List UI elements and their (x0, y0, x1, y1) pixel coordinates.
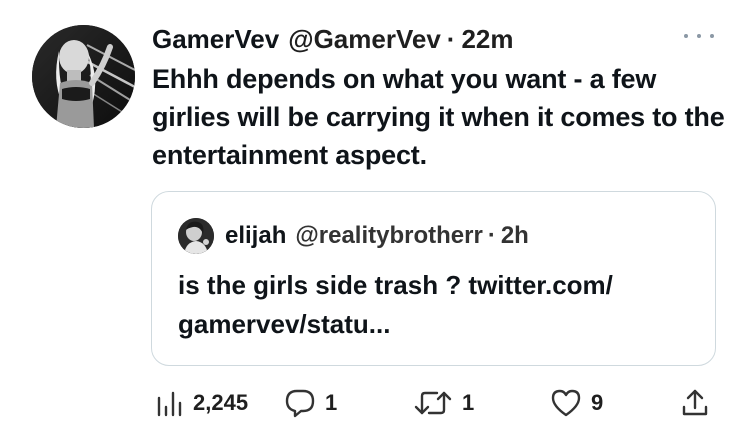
quoted-separator: · (487, 222, 496, 249)
retweet-button[interactable]: 1 (413, 383, 474, 423)
reply-button[interactable]: 1 (284, 383, 337, 423)
timestamp[interactable]: 22m (461, 22, 513, 56)
quoted-timestamp[interactable]: 2h (501, 222, 529, 250)
reply-count: 1 (325, 390, 338, 415)
reply-icon (285, 389, 315, 418)
avatar[interactable] (32, 25, 135, 128)
retweet-count: 1 (462, 390, 475, 415)
tweet-header: GamerVev @GamerVev · 22m (152, 22, 514, 56)
views-button[interactable]: 2,245 (154, 383, 248, 423)
handle[interactable]: @GamerVev (288, 22, 441, 56)
quoted-display-name[interactable]: elijah (225, 222, 286, 250)
avatar-image (32, 25, 135, 128)
like-count: 9 (591, 390, 604, 415)
more-icon[interactable] (684, 26, 714, 46)
quoted-avatar[interactable] (178, 218, 214, 254)
quoted-text: is the girls side trash ? twitter.com/ g… (178, 270, 613, 339)
quoted-tweet[interactable]: elijah @realitybrotherr · 2h is the girl… (151, 191, 716, 366)
quoted-header: elijah @realitybrotherr · 2h (225, 219, 529, 253)
views-count: 2,245 (193, 390, 249, 415)
display-name[interactable]: GamerVev (152, 22, 279, 56)
like-icon (551, 389, 581, 417)
quoted-avatar-image (178, 218, 214, 254)
separator: · (446, 24, 456, 54)
tweet-text: Ehhh depends on what you want - a few gi… (152, 64, 725, 170)
quoted-handle[interactable]: @realitybrotherr (295, 222, 482, 250)
retweet-icon (414, 391, 452, 415)
action-bar: 2,245 1 1 9 (150, 383, 720, 423)
share-icon (682, 389, 708, 416)
views-icon (157, 391, 182, 417)
share-button[interactable] (680, 383, 710, 423)
like-button[interactable]: 9 (550, 383, 603, 423)
tweet[interactable]: GamerVev @GamerVev · 22m Ehhh depends on… (0, 0, 750, 445)
